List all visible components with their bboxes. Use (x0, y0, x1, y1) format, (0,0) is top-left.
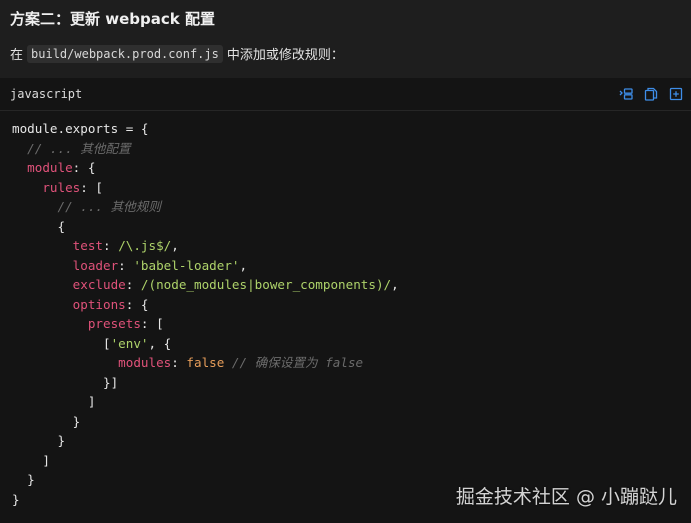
code-token: modules (118, 355, 172, 370)
code-token: , (171, 238, 179, 253)
code-token: : { (72, 160, 96, 175)
instruction-text: 在 build/webpack.prod.conf.js 中添加或修改规则： (10, 44, 344, 63)
copy-icon[interactable] (644, 87, 658, 101)
code-token: : { (125, 296, 149, 312)
code-token: 'env' (110, 335, 149, 351)
code-token: exclude (72, 277, 126, 292)
code-language-label: javascript (10, 87, 83, 101)
code-token: } (12, 491, 20, 507)
code-line: } (12, 412, 691, 432)
code-token: ] (12, 452, 50, 468)
inline-code-filename: build/webpack.prod.conf.js (27, 44, 223, 63)
code-token: /\.js$/ (118, 238, 172, 253)
code-line: ['env', { (12, 334, 691, 354)
code-token: test (72, 238, 104, 253)
code-token: }] (12, 374, 119, 390)
code-line: module.exports = { (12, 119, 691, 139)
code-token: } (12, 413, 81, 429)
code-token: [ (12, 335, 111, 351)
watermark: 掘金技术社区 @ 小蹦跶儿 (455, 486, 677, 508)
code-token: } (12, 433, 66, 448)
code-line: // ... 其他规则 (12, 197, 691, 217)
code-token: // 确保设置为 false (231, 355, 364, 370)
code-block: javascript module.exports = {// ... 其他配… (0, 78, 691, 523)
code-token: 'babel-loader' (133, 257, 240, 273)
code-token: module.exports = { (12, 121, 149, 136)
code-token: // ... 其他规则 (57, 199, 161, 214)
code-line: loader: 'babel-loader', (12, 256, 691, 276)
code-token: /(node_modules|bower_components)/ (140, 277, 392, 292)
code-line: }] (12, 373, 691, 393)
code-token: { (12, 218, 66, 234)
code-token: // ... 其他配置 (27, 140, 131, 156)
code-token: : (125, 277, 141, 292)
code-line: exclude: /(node_modules|bower_components… (12, 275, 691, 295)
expand-icon[interactable] (669, 87, 683, 101)
code-content: module.exports = { // ... 其他配置 module: {… (0, 111, 691, 509)
code-token: , (391, 277, 399, 292)
code-line: test: /\.js$/, (12, 236, 691, 256)
code-token: , { (148, 335, 172, 351)
code-token: : [ (80, 179, 104, 195)
code-block-header: javascript (0, 78, 691, 111)
code-toolbar (619, 87, 683, 101)
code-token: options (72, 296, 126, 312)
code-line: rules: [ (12, 178, 691, 198)
code-token: , (239, 257, 248, 273)
code-token: ] (12, 394, 96, 409)
code-line: options: { (12, 295, 691, 315)
code-line: module: { (12, 158, 691, 178)
code-token: false (186, 355, 225, 370)
code-line: ] (12, 451, 691, 471)
code-token: : (171, 355, 187, 370)
code-token: : [ (140, 316, 164, 331)
code-line: ] (12, 392, 691, 412)
code-line: modules: false // 确保设置为 false (12, 353, 691, 373)
code-token: } (12, 472, 35, 487)
code-token: presets (87, 316, 141, 331)
code-token: module (27, 160, 73, 175)
code-token: loader (72, 257, 119, 273)
code-token: rules (42, 179, 81, 195)
code-line: { (12, 217, 691, 237)
code-line: // ... 其他配置 (12, 139, 691, 159)
code-line: } (12, 431, 691, 451)
code-token: : (118, 257, 134, 273)
instruction-prefix: 在 (10, 48, 24, 63)
wrap-lines-icon[interactable] (619, 87, 633, 101)
code-line: presets: [ (12, 314, 691, 334)
code-token: : (103, 238, 119, 253)
section-heading: 方案二：更新 webpack 配置 (10, 10, 215, 28)
instruction-suffix: 中添加或修改规则： (226, 48, 344, 63)
